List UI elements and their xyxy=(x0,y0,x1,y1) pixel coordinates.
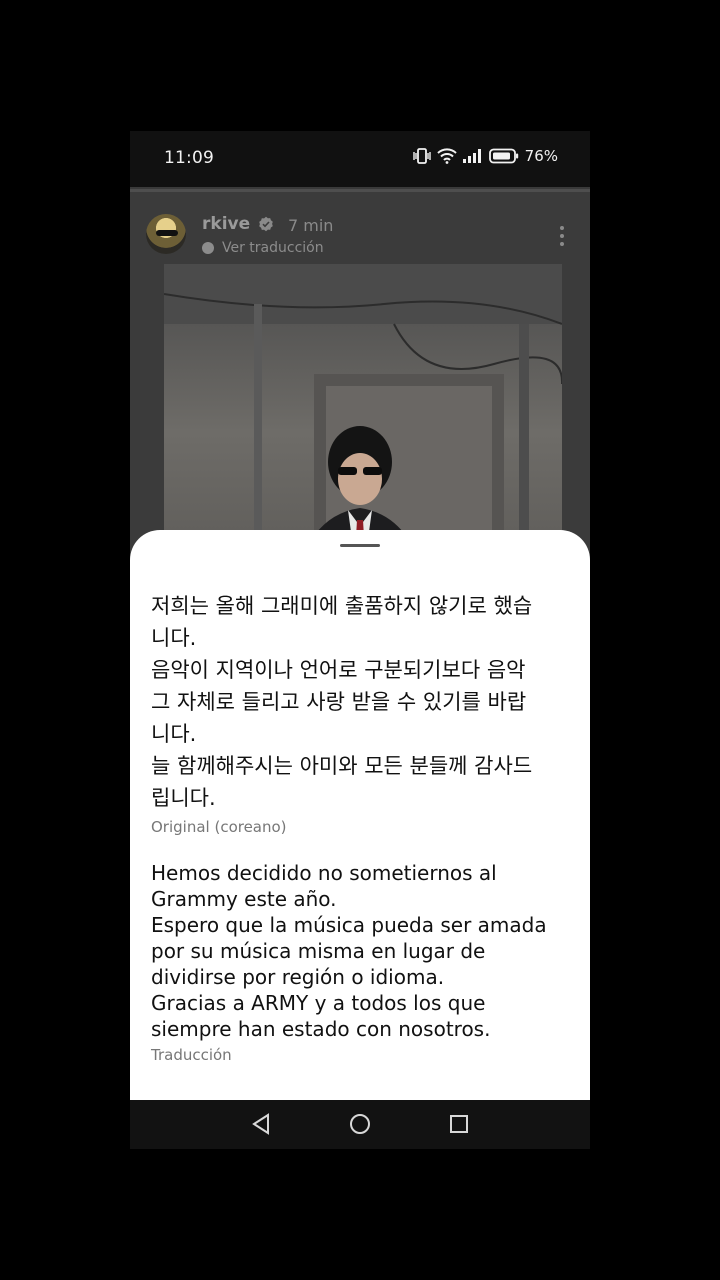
phone-screen: 11:09 76% rkive 7 min Ver traducción 저희는… xyxy=(130,131,590,1149)
globe-icon xyxy=(202,242,214,254)
status-icons: 76% xyxy=(412,147,558,165)
translate-link-label[interactable]: Ver traducción xyxy=(222,240,324,256)
original-language-label: Original (coreano) xyxy=(151,818,287,836)
verified-icon xyxy=(258,216,274,236)
home-icon[interactable] xyxy=(348,1112,372,1140)
original-text: 저희는 올해 그래미에 출품하지 않기로 했습 니다. 음악이 지역이나 언어로… xyxy=(151,594,533,810)
status-time: 11:09 xyxy=(164,148,214,168)
sheet-drag-handle[interactable] xyxy=(340,544,380,547)
battery-icon xyxy=(488,148,519,164)
status-bar: 11:09 76% xyxy=(130,131,590,187)
wifi-icon xyxy=(436,148,457,164)
battery-percent: 76% xyxy=(524,147,558,165)
back-icon[interactable] xyxy=(250,1112,272,1140)
avatar[interactable] xyxy=(146,214,186,254)
more-vert-icon[interactable] xyxy=(560,226,564,250)
translated-text: Hemos decidido no sometiernos al Grammy … xyxy=(151,861,547,1041)
translation-label: Traducción xyxy=(151,1046,232,1064)
navigation-bar xyxy=(130,1100,590,1149)
translation-sheet: 저희는 올해 그래미에 출품하지 않기로 했습 니다. 음악이 지역이나 언어로… xyxy=(130,530,590,1100)
post-username[interactable]: rkive xyxy=(202,214,250,234)
vibrate-icon xyxy=(412,148,431,164)
recents-icon[interactable] xyxy=(448,1113,470,1139)
signal-icon xyxy=(462,149,483,163)
translate-link[interactable]: Ver traducción xyxy=(202,240,324,256)
post-time: 7 min xyxy=(288,216,334,235)
